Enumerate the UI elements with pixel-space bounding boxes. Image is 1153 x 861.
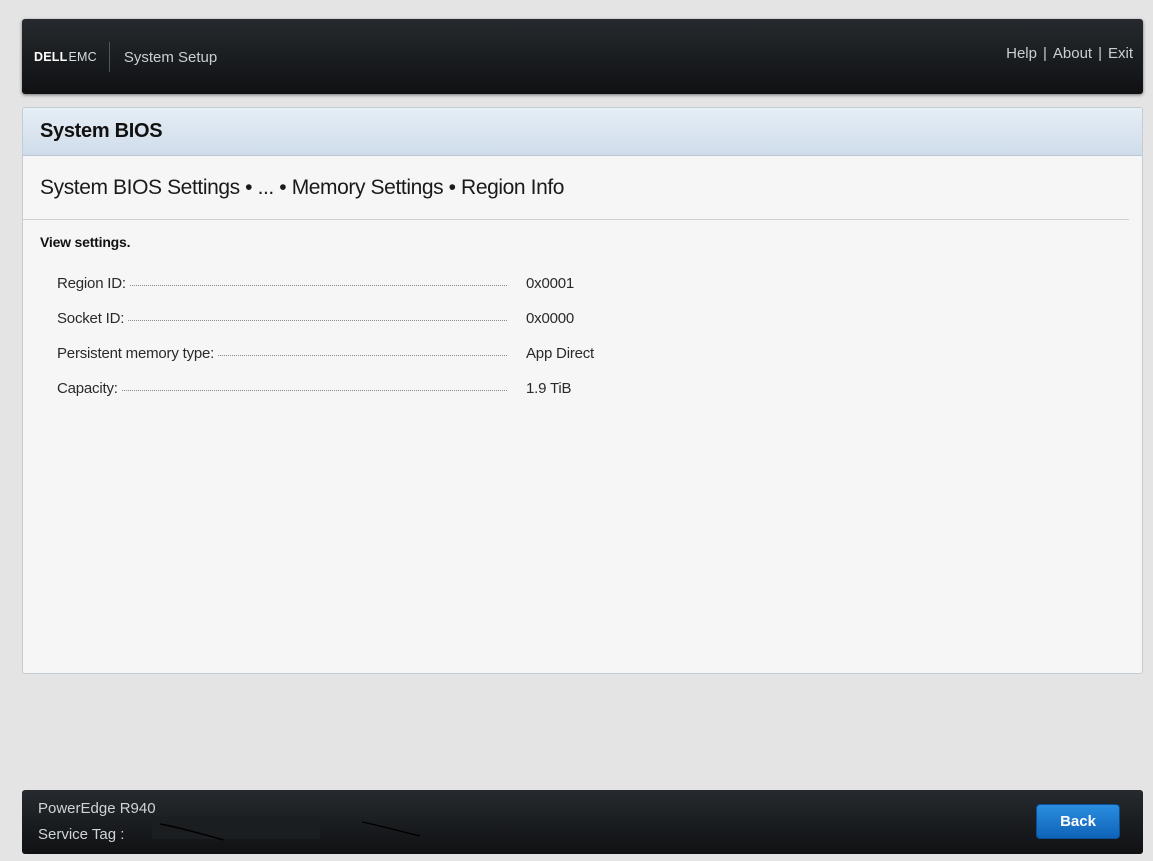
logo-suffix: EMC [68,50,97,64]
dotted-leader [218,354,507,356]
setting-label: Capacity: [57,380,118,397]
top-bar: DELL EMC System Setup Help | About | Exit [22,19,1143,94]
breadcrumb-row: System BIOS Settings • ... • Memory Sett… [23,156,1129,220]
exit-link[interactable]: Exit [1108,45,1133,62]
breadcrumb: System BIOS Settings • ... • Memory Sett… [40,175,565,199]
setting-label: Socket ID: [57,310,125,327]
section-subtitle: View settings. [40,234,131,250]
setting-value: 1.9 TiB [526,380,572,397]
setting-value: 0x0000 [526,310,575,327]
link-separator: | [1098,45,1102,62]
header-links: Help | About | Exit [1006,45,1133,62]
logo-brand: DELL [34,50,68,64]
setting-label: Persistent memory type: [57,345,215,362]
brand: DELL EMC System Setup [34,42,218,72]
setting-row-socket-id: Socket ID: 0x0000 [23,301,1142,336]
dotted-leader [128,319,507,321]
setting-value: App Direct [526,345,595,362]
settings-list: Region ID: 0x0001 Socket ID: 0x0000 Pers… [23,266,1142,406]
dotted-leader [129,284,507,286]
setting-row-region-id: Region ID: 0x0001 [23,266,1142,301]
dotted-leader [121,389,507,391]
main-panel: System BIOS System BIOS Settings • ... •… [22,107,1143,674]
setting-row-persistent-memory-type: Persistent memory type: App Direct [23,336,1142,371]
dell-emc-logo: DELL EMC [34,50,97,64]
help-link[interactable]: Help [1006,45,1037,62]
footer-bar: PowerEdge R940 Service Tag : Back [22,790,1143,854]
link-separator: | [1042,45,1047,62]
setting-value: 0x0001 [526,275,575,292]
about-link[interactable]: About [1053,45,1092,62]
setting-row-capacity: Capacity: 1.9 TiB [23,371,1142,406]
header-divider [108,42,110,72]
service-tag-label: Service Tag : [38,826,125,843]
panel-header: System BIOS [23,108,1142,156]
system-model: PowerEdge R940 [38,800,156,817]
app-title: System Setup [123,48,218,66]
back-button[interactable]: Back [1036,804,1120,839]
service-tag-redacted [152,817,320,839]
setting-label: Region ID: [57,275,126,292]
page-title: System BIOS [40,120,163,142]
